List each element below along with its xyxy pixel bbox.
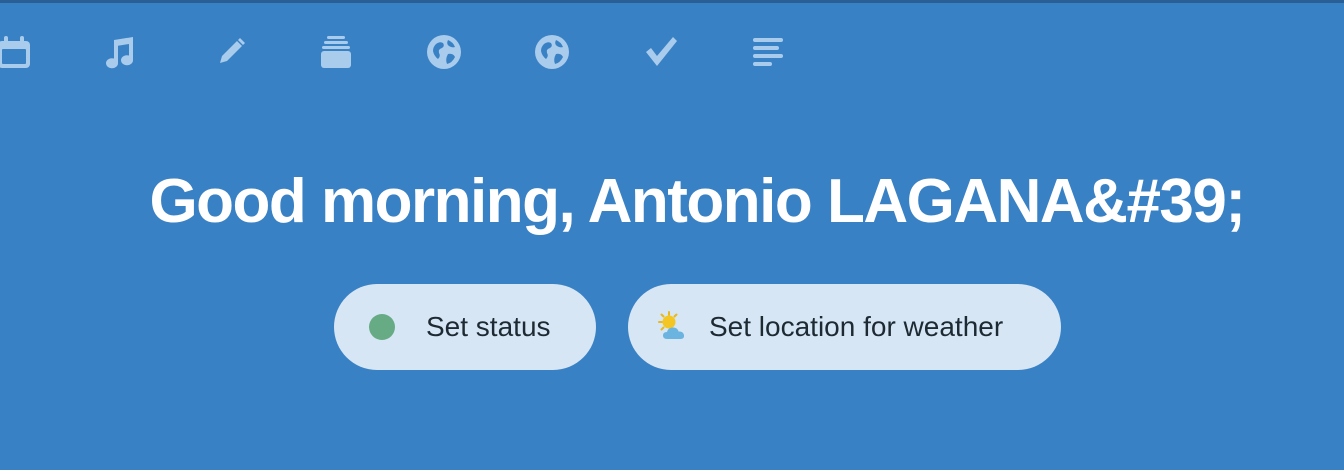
greeting-heading: Good morning, Antonio LAGANA&#39; — [149, 167, 1246, 236]
globe-icon-glyph — [535, 35, 569, 69]
music-note-icon-glyph — [106, 37, 134, 69]
set-weather-location-button[interactable]: Set location for weather — [628, 284, 1061, 370]
text-lines-icon-glyph — [753, 38, 783, 66]
globe-icon[interactable] — [527, 27, 577, 77]
music-note-icon[interactable] — [95, 27, 145, 77]
calendar-icon-glyph — [0, 36, 30, 68]
set-status-button[interactable]: Set status — [334, 284, 596, 370]
globe-icon-glyph — [427, 35, 461, 69]
set-weather-location-label: Set location for weather — [709, 311, 1004, 342]
app-icon-bar — [0, 27, 1344, 77]
set-status-label: Set status — [426, 311, 551, 342]
pencil-icon-glyph — [220, 38, 245, 63]
partly-sunny-icon — [658, 311, 685, 339]
status-dot-icon — [369, 314, 395, 340]
stack-icon[interactable] — [311, 27, 361, 77]
checkmark-icon-glyph — [646, 37, 677, 66]
checkmark-icon[interactable] — [636, 27, 686, 77]
calendar-icon[interactable] — [0, 27, 39, 77]
pencil-icon[interactable] — [205, 27, 255, 77]
globe-icon[interactable] — [419, 27, 469, 77]
stack-icon-glyph — [321, 36, 351, 68]
text-lines-icon[interactable] — [743, 27, 793, 77]
window-top-border — [0, 0, 1344, 3]
